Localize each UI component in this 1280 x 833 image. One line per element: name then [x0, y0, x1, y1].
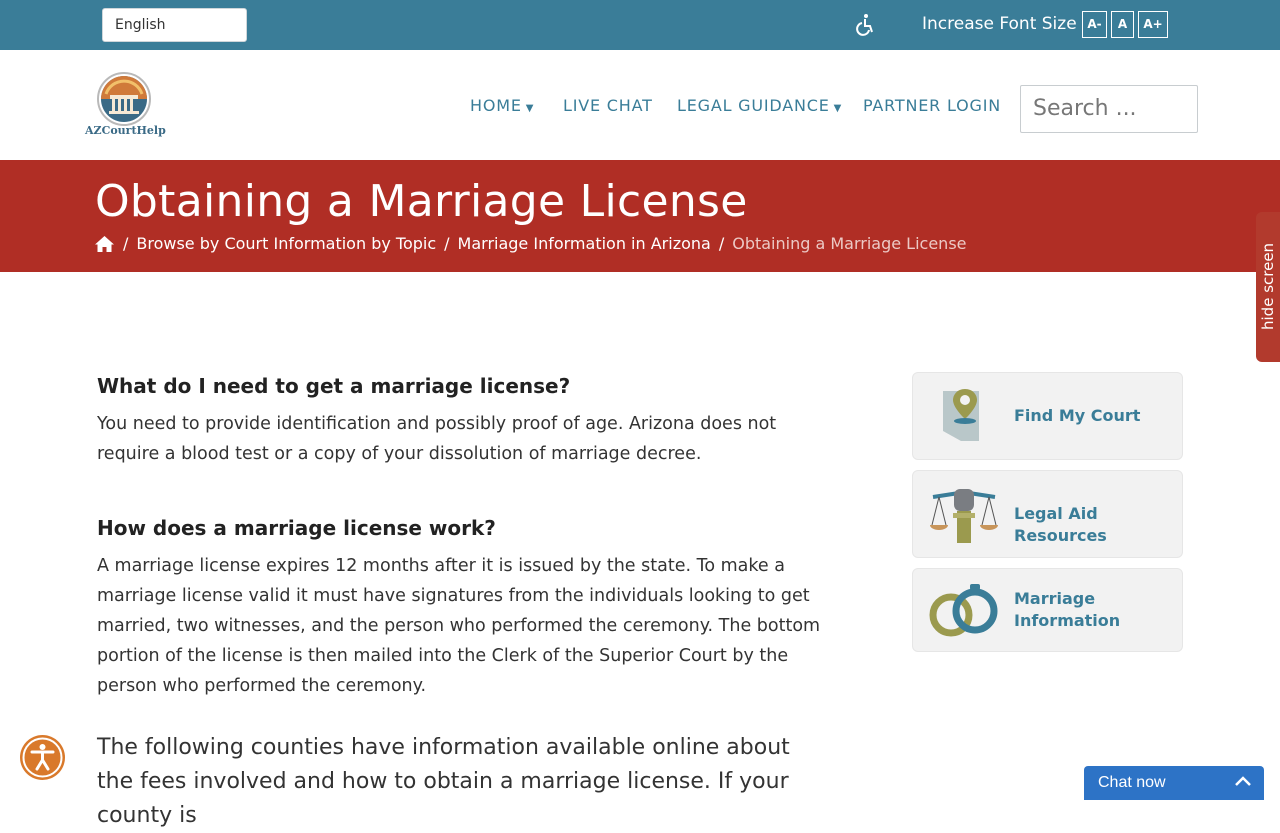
breadcrumb-separator: /: [123, 234, 129, 253]
nav-live-chat-label: LIVE CHAT: [563, 96, 653, 115]
legal-aid-label: Legal Aid Resources: [1014, 504, 1107, 545]
logo-text: AZCourtHelp: [85, 124, 166, 137]
wheelchair-icon[interactable]: [853, 13, 877, 37]
nav-home[interactable]: HOME ▼: [470, 96, 534, 115]
top-utility-bar: English Increase Font Size A- A A+: [0, 0, 1280, 50]
breadcrumb-link-marriage-info[interactable]: Marriage Information in Arizona: [458, 234, 711, 253]
chat-now-label: Chat now: [1098, 774, 1166, 791]
legal-aid-card[interactable]: Legal Aid Resources: [912, 470, 1183, 558]
nav-partner-login[interactable]: PARTNER LOGIN: [863, 96, 1001, 115]
chevron-down-icon: ▼: [525, 103, 535, 114]
page-title: Obtaining a Marriage License: [95, 176, 748, 227]
breadcrumb: / Browse by Court Information by Topic /…: [94, 234, 967, 253]
increase-font-size-label: Increase Font Size: [922, 14, 1077, 34]
language-select[interactable]: English: [102, 8, 247, 42]
site-header: AZCourtHelp HOME ▼ LIVE CHAT LEGAL GUIDAN…: [0, 50, 1280, 160]
question-heading-2: How does a marriage license work?: [97, 516, 496, 540]
breadcrumb-current: Obtaining a Marriage License: [732, 234, 967, 253]
home-icon[interactable]: [94, 235, 115, 253]
nav-legal-guidance-label: LEGAL GUIDANCE: [677, 96, 830, 115]
find-my-court-label: Find My Court: [1014, 406, 1141, 425]
answer-paragraph-2: A marriage license expires 12 months aft…: [97, 556, 821, 696]
hide-screen-tab[interactable]: hide screen: [1256, 212, 1280, 362]
nav-partner-login-label: PARTNER LOGIN: [863, 96, 1002, 115]
font-decrease-button[interactable]: A-: [1082, 11, 1107, 38]
find-my-court-card[interactable]: Find My Court: [912, 372, 1183, 460]
question-heading-1: What do I need to get a marriage license…: [97, 374, 571, 398]
hide-screen-label: hide screen: [1259, 242, 1277, 330]
font-reset-button[interactable]: A: [1111, 11, 1134, 38]
accessibility-person-icon: [22, 737, 63, 778]
chevron-up-icon: [1235, 776, 1251, 786]
nav-live-chat[interactable]: LIVE CHAT: [563, 96, 653, 115]
answer-paragraph-1: You need to provide identification and p…: [97, 414, 777, 464]
scales-fist-icon: [930, 489, 998, 543]
rings-icon: [929, 584, 998, 637]
marriage-information-label: Marriage Information: [1014, 589, 1121, 630]
counties-intro-paragraph: The following counties have information …: [97, 735, 790, 828]
breadcrumb-separator: /: [718, 234, 725, 253]
chat-now-widget[interactable]: Chat now: [1084, 766, 1264, 800]
font-increase-button[interactable]: A+: [1138, 11, 1168, 38]
search-input[interactable]: Search ...: [1020, 85, 1198, 133]
nav-legal-guidance[interactable]: LEGAL GUIDANCE ▼: [677, 96, 842, 115]
chevron-down-icon: ▼: [833, 103, 843, 114]
page-hero-banner: Obtaining a Marriage License / Browse by…: [0, 160, 1280, 272]
accessibility-widget-button[interactable]: [20, 735, 65, 780]
nav-home-label: HOME: [470, 96, 522, 115]
map-pin-icon: [943, 389, 979, 441]
marriage-information-card[interactable]: Marriage Information: [912, 568, 1183, 652]
breadcrumb-link-court-info[interactable]: Browse by Court Information by Topic: [136, 234, 436, 253]
breadcrumb-separator: /: [444, 234, 450, 253]
